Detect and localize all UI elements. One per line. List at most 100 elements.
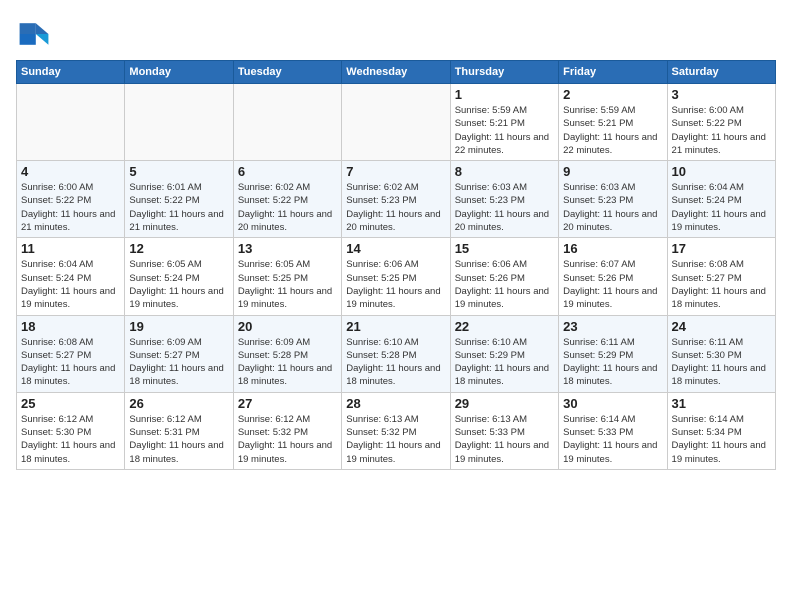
day-number: 7 [346, 164, 445, 179]
day-info: Sunrise: 5:59 AMSunset: 5:21 PMDaylight:… [563, 105, 657, 156]
day-info: Sunrise: 6:03 AMSunset: 5:23 PMDaylight:… [563, 182, 657, 233]
page-header [16, 16, 776, 52]
day-info: Sunrise: 6:10 AMSunset: 5:29 PMDaylight:… [455, 337, 549, 388]
day-number: 27 [238, 396, 337, 411]
calendar-cell: 30 Sunrise: 6:14 AMSunset: 5:33 PMDaylig… [559, 392, 667, 469]
day-info: Sunrise: 6:02 AMSunset: 5:23 PMDaylight:… [346, 182, 440, 233]
day-number: 6 [238, 164, 337, 179]
day-info: Sunrise: 6:13 AMSunset: 5:33 PMDaylight:… [455, 414, 549, 465]
calendar-cell: 26 Sunrise: 6:12 AMSunset: 5:31 PMDaylig… [125, 392, 233, 469]
day-info: Sunrise: 6:00 AMSunset: 5:22 PMDaylight:… [672, 105, 766, 156]
calendar-cell: 11 Sunrise: 6:04 AMSunset: 5:24 PMDaylig… [17, 238, 125, 315]
calendar-cell: 22 Sunrise: 6:10 AMSunset: 5:29 PMDaylig… [450, 315, 558, 392]
day-info: Sunrise: 6:06 AMSunset: 5:26 PMDaylight:… [455, 259, 549, 310]
calendar-cell: 1 Sunrise: 5:59 AMSunset: 5:21 PMDayligh… [450, 84, 558, 161]
calendar-cell: 21 Sunrise: 6:10 AMSunset: 5:28 PMDaylig… [342, 315, 450, 392]
day-info: Sunrise: 6:06 AMSunset: 5:25 PMDaylight:… [346, 259, 440, 310]
day-info: Sunrise: 6:08 AMSunset: 5:27 PMDaylight:… [21, 337, 115, 388]
day-number: 12 [129, 241, 228, 256]
calendar-cell: 9 Sunrise: 6:03 AMSunset: 5:23 PMDayligh… [559, 161, 667, 238]
day-info: Sunrise: 6:08 AMSunset: 5:27 PMDaylight:… [672, 259, 766, 310]
calendar-cell: 18 Sunrise: 6:08 AMSunset: 5:27 PMDaylig… [17, 315, 125, 392]
calendar-cell: 27 Sunrise: 6:12 AMSunset: 5:32 PMDaylig… [233, 392, 341, 469]
day-number: 5 [129, 164, 228, 179]
col-header-monday: Monday [125, 61, 233, 84]
day-info: Sunrise: 6:09 AMSunset: 5:27 PMDaylight:… [129, 337, 223, 388]
day-number: 19 [129, 319, 228, 334]
col-header-friday: Friday [559, 61, 667, 84]
day-info: Sunrise: 6:11 AMSunset: 5:30 PMDaylight:… [672, 337, 766, 388]
day-info: Sunrise: 6:04 AMSunset: 5:24 PMDaylight:… [21, 259, 115, 310]
day-number: 4 [21, 164, 120, 179]
day-number: 20 [238, 319, 337, 334]
day-info: Sunrise: 6:12 AMSunset: 5:30 PMDaylight:… [21, 414, 115, 465]
calendar-cell: 28 Sunrise: 6:13 AMSunset: 5:32 PMDaylig… [342, 392, 450, 469]
calendar-row-5: 25 Sunrise: 6:12 AMSunset: 5:30 PMDaylig… [17, 392, 776, 469]
day-info: Sunrise: 6:05 AMSunset: 5:24 PMDaylight:… [129, 259, 223, 310]
day-info: Sunrise: 6:01 AMSunset: 5:22 PMDaylight:… [129, 182, 223, 233]
day-info: Sunrise: 6:05 AMSunset: 5:25 PMDaylight:… [238, 259, 332, 310]
col-header-wednesday: Wednesday [342, 61, 450, 84]
day-number: 11 [21, 241, 120, 256]
day-number: 17 [672, 241, 771, 256]
day-number: 8 [455, 164, 554, 179]
calendar-cell: 25 Sunrise: 6:12 AMSunset: 5:30 PMDaylig… [17, 392, 125, 469]
calendar-cell: 3 Sunrise: 6:00 AMSunset: 5:22 PMDayligh… [667, 84, 775, 161]
calendar-cell: 17 Sunrise: 6:08 AMSunset: 5:27 PMDaylig… [667, 238, 775, 315]
calendar-cell [17, 84, 125, 161]
day-number: 16 [563, 241, 662, 256]
calendar-cell: 29 Sunrise: 6:13 AMSunset: 5:33 PMDaylig… [450, 392, 558, 469]
calendar-row-1: 1 Sunrise: 5:59 AMSunset: 5:21 PMDayligh… [17, 84, 776, 161]
col-header-saturday: Saturday [667, 61, 775, 84]
col-header-thursday: Thursday [450, 61, 558, 84]
col-header-tuesday: Tuesday [233, 61, 341, 84]
calendar-cell: 8 Sunrise: 6:03 AMSunset: 5:23 PMDayligh… [450, 161, 558, 238]
calendar-row-4: 18 Sunrise: 6:08 AMSunset: 5:27 PMDaylig… [17, 315, 776, 392]
calendar-cell: 4 Sunrise: 6:00 AMSunset: 5:22 PMDayligh… [17, 161, 125, 238]
day-info: Sunrise: 6:04 AMSunset: 5:24 PMDaylight:… [672, 182, 766, 233]
calendar-cell: 12 Sunrise: 6:05 AMSunset: 5:24 PMDaylig… [125, 238, 233, 315]
day-number: 23 [563, 319, 662, 334]
day-number: 28 [346, 396, 445, 411]
calendar-cell: 23 Sunrise: 6:11 AMSunset: 5:29 PMDaylig… [559, 315, 667, 392]
day-info: Sunrise: 6:07 AMSunset: 5:26 PMDaylight:… [563, 259, 657, 310]
calendar-cell: 19 Sunrise: 6:09 AMSunset: 5:27 PMDaylig… [125, 315, 233, 392]
calendar-cell: 13 Sunrise: 6:05 AMSunset: 5:25 PMDaylig… [233, 238, 341, 315]
day-number: 1 [455, 87, 554, 102]
logo [16, 16, 56, 52]
calendar-cell [125, 84, 233, 161]
calendar-cell [233, 84, 341, 161]
day-info: Sunrise: 6:12 AMSunset: 5:31 PMDaylight:… [129, 414, 223, 465]
calendar-table: SundayMondayTuesdayWednesdayThursdayFrid… [16, 60, 776, 470]
calendar-cell [342, 84, 450, 161]
day-number: 21 [346, 319, 445, 334]
day-info: Sunrise: 6:09 AMSunset: 5:28 PMDaylight:… [238, 337, 332, 388]
day-info: Sunrise: 6:02 AMSunset: 5:22 PMDaylight:… [238, 182, 332, 233]
calendar-cell: 2 Sunrise: 5:59 AMSunset: 5:21 PMDayligh… [559, 84, 667, 161]
day-number: 30 [563, 396, 662, 411]
day-info: Sunrise: 6:14 AMSunset: 5:34 PMDaylight:… [672, 414, 766, 465]
day-number: 25 [21, 396, 120, 411]
day-number: 26 [129, 396, 228, 411]
day-number: 18 [21, 319, 120, 334]
calendar-cell: 15 Sunrise: 6:06 AMSunset: 5:26 PMDaylig… [450, 238, 558, 315]
day-number: 22 [455, 319, 554, 334]
day-info: Sunrise: 6:12 AMSunset: 5:32 PMDaylight:… [238, 414, 332, 465]
calendar-cell: 6 Sunrise: 6:02 AMSunset: 5:22 PMDayligh… [233, 161, 341, 238]
calendar-cell: 5 Sunrise: 6:01 AMSunset: 5:22 PMDayligh… [125, 161, 233, 238]
calendar-cell: 20 Sunrise: 6:09 AMSunset: 5:28 PMDaylig… [233, 315, 341, 392]
day-number: 13 [238, 241, 337, 256]
calendar-cell: 7 Sunrise: 6:02 AMSunset: 5:23 PMDayligh… [342, 161, 450, 238]
calendar-row-2: 4 Sunrise: 6:00 AMSunset: 5:22 PMDayligh… [17, 161, 776, 238]
day-number: 10 [672, 164, 771, 179]
day-number: 9 [563, 164, 662, 179]
day-number: 29 [455, 396, 554, 411]
day-number: 15 [455, 241, 554, 256]
day-number: 14 [346, 241, 445, 256]
day-number: 3 [672, 87, 771, 102]
calendar-cell: 24 Sunrise: 6:11 AMSunset: 5:30 PMDaylig… [667, 315, 775, 392]
col-header-sunday: Sunday [17, 61, 125, 84]
day-info: Sunrise: 5:59 AMSunset: 5:21 PMDaylight:… [455, 105, 549, 156]
calendar-cell: 10 Sunrise: 6:04 AMSunset: 5:24 PMDaylig… [667, 161, 775, 238]
calendar-cell: 31 Sunrise: 6:14 AMSunset: 5:34 PMDaylig… [667, 392, 775, 469]
